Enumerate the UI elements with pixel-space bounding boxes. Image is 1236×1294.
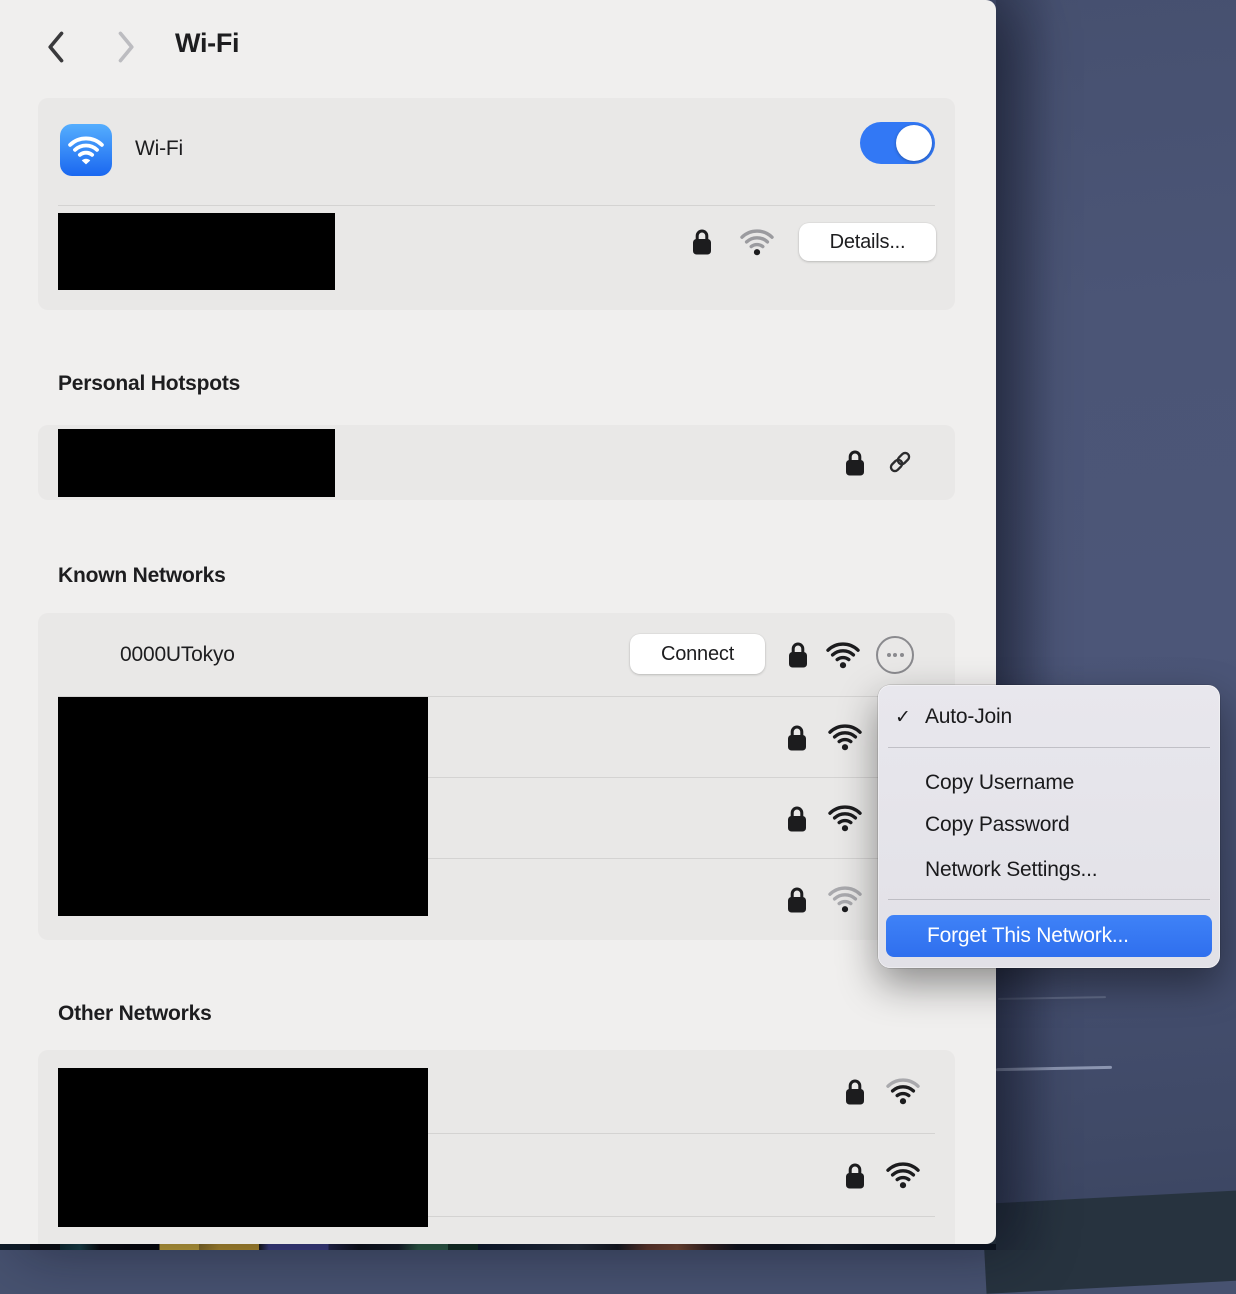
- back-button[interactable]: [42, 30, 72, 64]
- chevron-right-icon: [110, 30, 140, 64]
- lock-icon: [787, 884, 807, 914]
- known-networks-header: Known Networks: [58, 564, 226, 588]
- wifi-card: Wi-Fi Details...: [38, 98, 955, 310]
- connect-button[interactable]: Connect: [630, 634, 765, 674]
- other-network-names-redacted: [58, 1068, 428, 1227]
- checkmark-icon: ✓: [895, 706, 911, 729]
- wifi-signal-strong-icon: [826, 642, 860, 669]
- wifi-toggle[interactable]: [860, 122, 935, 164]
- chevron-left-icon: [42, 30, 72, 64]
- desktop-bottom-strip: [0, 1244, 996, 1250]
- divider: [58, 205, 935, 206]
- menu-item-network-settings[interactable]: Network Settings...: [878, 856, 1220, 884]
- lock-icon: [787, 803, 807, 833]
- menu-item-copy-username[interactable]: Copy Username: [878, 769, 1220, 797]
- menu-item-label: Copy Username: [925, 771, 1074, 795]
- wifi-signal-strong-icon: [886, 1162, 920, 1189]
- page-title: Wi-Fi: [175, 28, 239, 59]
- lock-icon: [787, 722, 807, 752]
- forward-button[interactable]: [110, 30, 140, 64]
- wifi-signal-weak-icon: [828, 886, 862, 913]
- wifi-signal-medium-icon: [886, 1078, 920, 1105]
- menu-item-auto-join[interactable]: ✓ Auto-Join: [878, 703, 1220, 731]
- known-networks-card: 0000UTokyo Connect: [38, 613, 955, 940]
- known-network-names-redacted: [58, 697, 428, 916]
- personal-hotspots-card: [38, 425, 955, 500]
- personal-hotspots-header: Personal Hotspots: [58, 372, 240, 396]
- ellipsis-icon: [887, 653, 891, 657]
- lock-icon: [845, 447, 865, 477]
- toggle-knob: [896, 125, 932, 161]
- other-networks-header: Other Networks: [58, 1002, 212, 1026]
- more-options-button[interactable]: [876, 636, 914, 674]
- menu-item-label: Network Settings...: [925, 858, 1097, 882]
- current-network-name-redacted: [58, 213, 335, 290]
- network-context-menu: ✓ Auto-Join Copy Username Copy Password …: [878, 685, 1220, 968]
- lock-icon: [692, 226, 712, 256]
- network-name: 0000UTokyo: [120, 643, 235, 667]
- wifi-signal-weak-icon: [740, 229, 774, 256]
- wifi-app-icon: [60, 124, 112, 176]
- wifi-signal-strong-icon: [828, 724, 862, 751]
- menu-item-copy-password[interactable]: Copy Password: [878, 811, 1220, 839]
- link-icon: [886, 448, 914, 476]
- network-row-0000utokyo[interactable]: 0000UTokyo Connect: [38, 613, 955, 696]
- wifi-glyph-icon: [68, 136, 104, 165]
- menu-divider: [888, 747, 1210, 748]
- hotspot-name-redacted: [58, 429, 335, 497]
- lock-icon: [847, 1241, 867, 1244]
- other-networks-card: [38, 1050, 955, 1244]
- wallpaper-shade: [996, 0, 1236, 1250]
- menu-item-label: Auto-Join: [925, 705, 1012, 729]
- details-button[interactable]: Details...: [799, 223, 936, 261]
- hotspot-row[interactable]: [38, 425, 955, 500]
- settings-window: Wi-Fi Wi-Fi Details... Personal Hotsp: [0, 0, 996, 1244]
- menu-item-label: Forget This Network...: [927, 924, 1129, 948]
- lock-icon: [845, 1160, 865, 1190]
- menu-item-forget-this-network[interactable]: Forget This Network...: [886, 915, 1212, 957]
- menu-divider: [888, 899, 1210, 900]
- lock-icon: [788, 639, 808, 669]
- menu-item-label: Copy Password: [925, 813, 1069, 837]
- wifi-toggle-label: Wi-Fi: [135, 137, 183, 161]
- lock-icon: [845, 1076, 865, 1106]
- wifi-signal-strong-icon: [828, 805, 862, 832]
